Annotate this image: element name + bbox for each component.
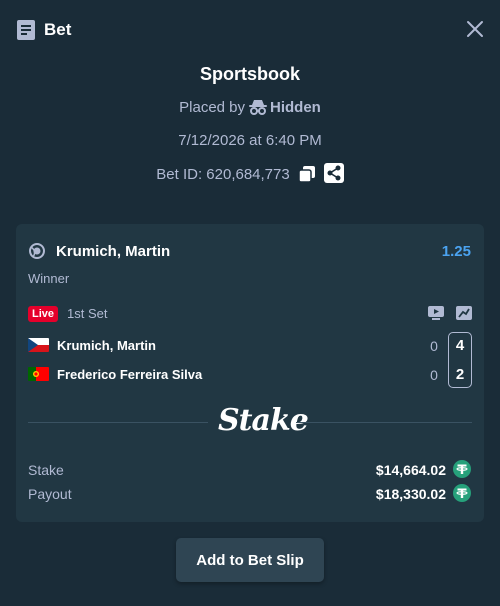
add-to-bet-slip-button[interactable]: Add to Bet Slip <box>176 538 324 582</box>
placed-by: Placed by Hidden <box>0 99 500 116</box>
stake-label: Stake <box>28 462 64 478</box>
czech-flag-icon <box>28 338 49 352</box>
placed-by-label: Placed by <box>179 99 246 116</box>
sportsbook-title: Sportsbook <box>199 64 300 84</box>
portugal-flag-icon <box>28 367 49 381</box>
live-badge: Live <box>28 306 59 322</box>
tether-icon <box>453 484 471 502</box>
player-2-sets: 2 <box>455 366 465 383</box>
set-label: 1st Set <box>67 306 108 321</box>
stats-chart-icon[interactable] <box>456 306 472 320</box>
tether-icon <box>453 460 471 478</box>
player-2-games: 0 <box>430 367 438 383</box>
player-1-sets: 4 <box>455 337 465 354</box>
stake-value: $14,664.02 <box>375 462 446 478</box>
payout-value: $18,330.02 <box>375 486 446 502</box>
bet-card: Krumich, Martin 1.25 Winner Live 1st Set… <box>16 224 484 522</box>
selection-name: Krumich, Martin <box>56 243 171 260</box>
stake-logo: Stake <box>218 403 309 438</box>
close-icon[interactable] <box>466 20 484 38</box>
placed-by-user: Hidden <box>270 99 321 116</box>
payout-label: Payout <box>28 486 72 502</box>
incognito-icon <box>249 100 268 115</box>
bet-date: 7/12/2026 at 6:40 PM <box>178 132 322 149</box>
tennis-ball-icon <box>29 243 45 259</box>
player-2-name: Frederico Ferreira Silva <box>57 367 203 382</box>
player-1-games: 0 <box>430 338 438 354</box>
divider-right <box>296 422 472 423</box>
market-name: Winner <box>28 271 70 286</box>
bet-id: Bet ID: 620,684,773 <box>156 166 290 183</box>
odds-value: 1.25 <box>441 243 471 260</box>
tv-icon[interactable] <box>428 306 444 320</box>
share-icon[interactable] <box>323 163 344 183</box>
divider-left <box>28 422 208 423</box>
receipt-icon <box>17 20 35 40</box>
modal-title: Bet <box>44 20 72 39</box>
modal-header: Bet <box>0 0 500 60</box>
bet-id-row: Bet ID: 620,684,773 <box>0 163 500 183</box>
player-1-name: Krumich, Martin <box>57 338 156 353</box>
copy-icon[interactable] <box>297 165 316 183</box>
